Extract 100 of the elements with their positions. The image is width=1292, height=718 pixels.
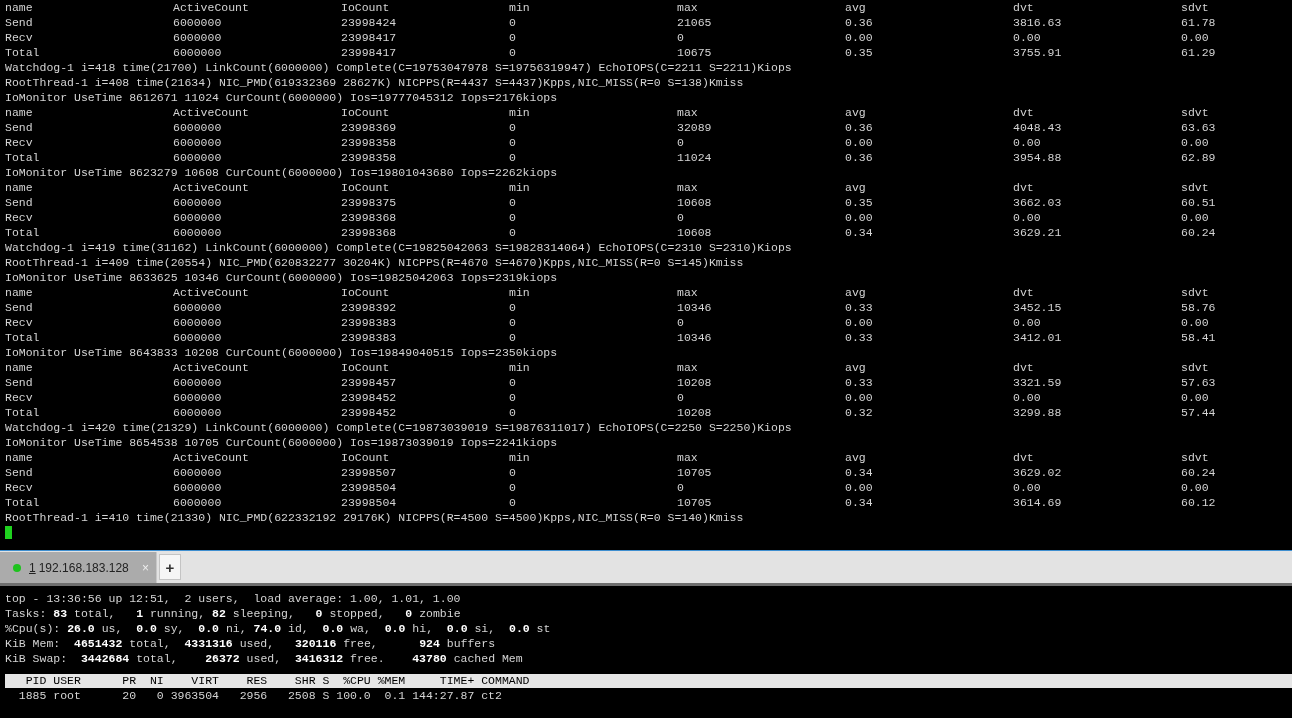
table-cell-text: 23998507 bbox=[341, 465, 398, 480]
column-header: IoCount bbox=[341, 180, 391, 195]
table-cell-text: Recv bbox=[5, 315, 34, 330]
column-header: name bbox=[5, 285, 34, 300]
column-header: min bbox=[509, 105, 531, 120]
table-cell-text: 0.33 bbox=[845, 375, 874, 390]
table-cell-text: 0.33 bbox=[845, 330, 874, 345]
new-tab-button[interactable]: + bbox=[159, 554, 181, 580]
table-cell-text: 3816.63 bbox=[1013, 15, 1063, 30]
table-cell-text: 0.35 bbox=[845, 45, 874, 60]
table-cell-text: 0.00 bbox=[1181, 135, 1210, 150]
column-header: max bbox=[677, 0, 699, 15]
column-header: name bbox=[5, 360, 34, 375]
column-header: ActiveCount bbox=[173, 450, 250, 465]
column-header: IoCount bbox=[341, 285, 391, 300]
table-cell-text: 6000000 bbox=[173, 330, 223, 345]
log-line: Watchdog-1 i=418 time(21700) LinkCount(6000000) Complete(C=19753047978 S=19756319947) EchoIOPS(C=2211 S=2211)Kiops bbox=[5, 60, 793, 75]
table-cell-text: Recv bbox=[5, 210, 34, 225]
table-cell-text: 0.00 bbox=[1013, 30, 1042, 45]
table-cell-text: 0.00 bbox=[1013, 315, 1042, 330]
summary-line: KiB Swap: 3442684 total, 26372 used, 3416312 free. 43780 cached Mem bbox=[5, 651, 524, 666]
table-cell-text: 0.33 bbox=[845, 300, 874, 315]
table-cell-text: Recv bbox=[5, 390, 34, 405]
table-cell-text: 0 bbox=[509, 495, 517, 510]
table-cell-text: 3321.59 bbox=[1013, 375, 1063, 390]
table-cell-text: 23998368 bbox=[341, 210, 398, 225]
table-cell-text: 0.00 bbox=[845, 390, 874, 405]
column-header: sdvt bbox=[1181, 180, 1210, 195]
table-cell-text: 6000000 bbox=[173, 120, 223, 135]
table-cell-text: 3629.21 bbox=[1013, 225, 1063, 240]
log-line: IoMonitor UseTime 8612671 11024 CurCount(6000000) Ios=19777045312 Iops=2176kiops bbox=[5, 90, 559, 105]
table-cell-text: 10208 bbox=[677, 405, 713, 420]
table-cell-text: 0.00 bbox=[845, 210, 874, 225]
column-header: max bbox=[677, 285, 699, 300]
table-cell-text: 60.12 bbox=[1181, 495, 1217, 510]
table-cell-text: Recv bbox=[5, 480, 34, 495]
log-line: IoMonitor UseTime 8633625 10346 CurCount(6000000) Ios=19825042063 Iops=2319kiops bbox=[5, 270, 559, 285]
tab-number: 1 bbox=[29, 560, 36, 575]
table-cell-text: 3299.88 bbox=[1013, 405, 1063, 420]
table-cell-text: 57.63 bbox=[1181, 375, 1217, 390]
table-cell-text: 0 bbox=[509, 330, 517, 345]
table-cell-text: 23998383 bbox=[341, 315, 398, 330]
table-cell-text: 0 bbox=[509, 15, 517, 30]
table-cell-text: 21065 bbox=[677, 15, 713, 30]
table-cell-text: 10608 bbox=[677, 195, 713, 210]
table-cell-text: 11024 bbox=[677, 150, 713, 165]
column-header: dvt bbox=[1013, 105, 1035, 120]
table-cell-text: 0 bbox=[509, 315, 517, 330]
table-cell-text: 60.24 bbox=[1181, 225, 1217, 240]
table-cell-text: 58.76 bbox=[1181, 300, 1217, 315]
table-cell-text: 0 bbox=[509, 120, 517, 135]
table-cell-text: 10208 bbox=[677, 375, 713, 390]
table-cell-text: 23998375 bbox=[341, 195, 398, 210]
column-header: min bbox=[509, 450, 531, 465]
column-header: dvt bbox=[1013, 360, 1035, 375]
table-cell-text: 6000000 bbox=[173, 45, 223, 60]
column-header: name bbox=[5, 105, 34, 120]
session-tab[interactable]: 1 192.168.183.128 × bbox=[0, 552, 157, 583]
table-cell-text: 0 bbox=[509, 300, 517, 315]
table-cell-text: Total bbox=[5, 45, 41, 60]
column-header: sdvt bbox=[1181, 105, 1210, 120]
table-cell-text: 0.36 bbox=[845, 15, 874, 30]
summary-line: top - 13:36:56 up 12:51, 2 users, load average: 1.00, 1.01, 1.00 bbox=[5, 591, 462, 606]
table-cell-text: 0 bbox=[509, 210, 517, 225]
table-cell-text: 0.00 bbox=[1013, 135, 1042, 150]
log-line: RootThread-1 i=409 time(20554) NIC_PMD(620832277 30204K) NICPPS(R=4670 S=4670)Kpps,NIC_MISS(R=0 S=145)Kmiss bbox=[5, 255, 745, 270]
table-cell-text: Send bbox=[5, 300, 34, 315]
table-cell-text: 0 bbox=[509, 405, 517, 420]
table-cell-text: 6000000 bbox=[173, 30, 223, 45]
column-header: avg bbox=[845, 180, 867, 195]
table-cell-text: 6000000 bbox=[173, 390, 223, 405]
table-cell-text: 0.00 bbox=[1013, 210, 1042, 225]
table-cell-text: 6000000 bbox=[173, 150, 223, 165]
column-header: sdvt bbox=[1181, 360, 1210, 375]
table-cell-text: 6000000 bbox=[173, 375, 223, 390]
table-cell-text: 23998358 bbox=[341, 150, 398, 165]
table-cell-text: 61.78 bbox=[1181, 15, 1217, 30]
column-header: dvt bbox=[1013, 180, 1035, 195]
table-cell-text: 60.24 bbox=[1181, 465, 1217, 480]
table-cell-text: 0 bbox=[509, 30, 517, 45]
table-cell-text: 0 bbox=[509, 225, 517, 240]
table-cell-text: 0 bbox=[677, 390, 685, 405]
table-cell-text: Total bbox=[5, 330, 41, 345]
tab-title: 192.168.183.128 bbox=[38, 560, 129, 575]
table-cell-text: 0 bbox=[509, 465, 517, 480]
table-cell-text: 10675 bbox=[677, 45, 713, 60]
table-cell-text: 23998504 bbox=[341, 480, 398, 495]
column-header: max bbox=[677, 450, 699, 465]
column-header: IoCount bbox=[341, 105, 391, 120]
table-cell-text: 0 bbox=[509, 195, 517, 210]
column-header: avg bbox=[845, 0, 867, 15]
table-cell-text: 4048.43 bbox=[1013, 120, 1063, 135]
table-cell-text: Total bbox=[5, 405, 41, 420]
column-header: dvt bbox=[1013, 285, 1035, 300]
column-header: name bbox=[5, 0, 34, 15]
table-cell-text: 0 bbox=[509, 375, 517, 390]
table-cell-text: 0 bbox=[677, 480, 685, 495]
log-line: IoMonitor UseTime 8643833 10208 CurCount(6000000) Ios=19849040515 Iops=2350kiops bbox=[5, 345, 559, 360]
column-header: min bbox=[509, 0, 531, 15]
column-header: dvt bbox=[1013, 450, 1035, 465]
